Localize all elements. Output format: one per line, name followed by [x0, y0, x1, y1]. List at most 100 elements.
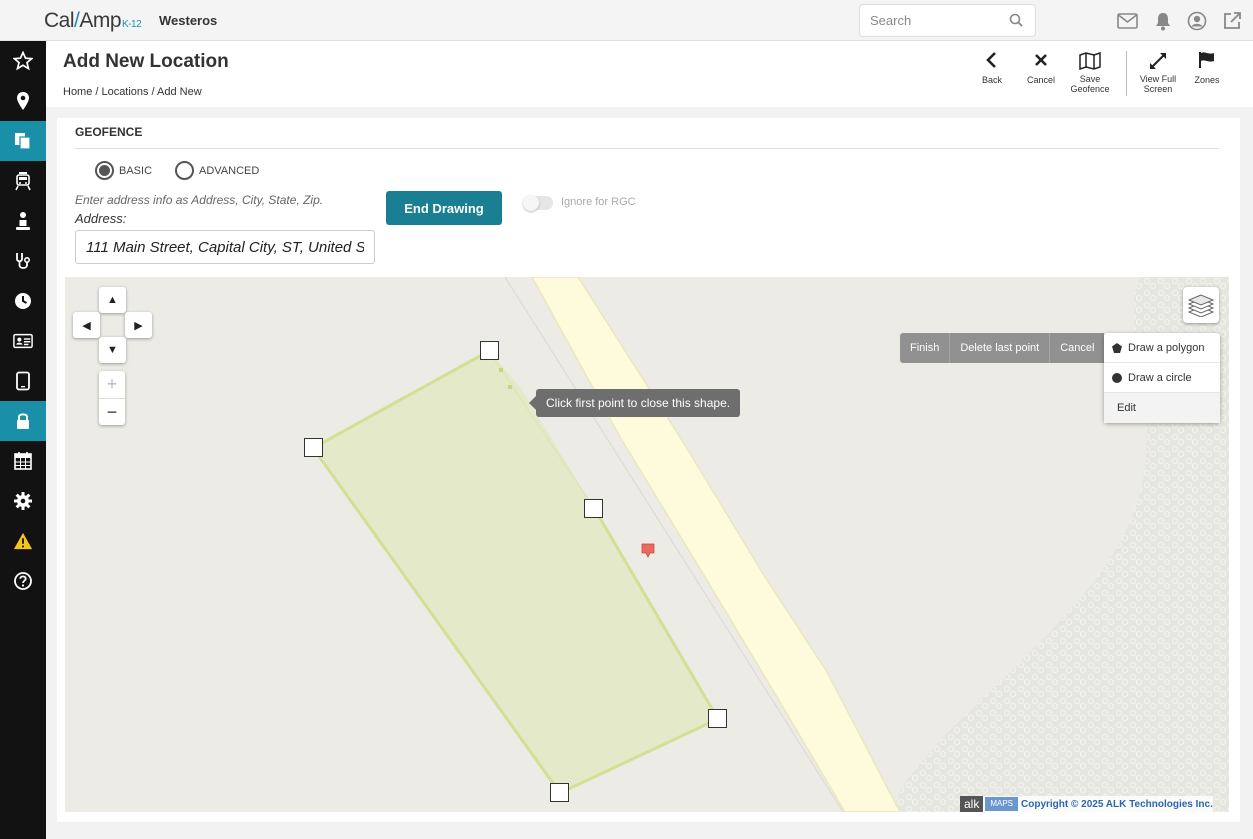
copyright-text[interactable]: Copyright © 2025 ALK Technologies Inc.: [1021, 799, 1213, 810]
chevron-left-icon: [986, 52, 996, 68]
radio-basic[interactable]: BASIC: [95, 161, 152, 180]
id-card-icon: [13, 333, 33, 349]
polygon-vertex[interactable]: [550, 783, 569, 802]
map-attribution: alk MAPS Copyright © 2025 ALK Technologi…: [960, 796, 1213, 812]
organization-name: Westeros: [159, 13, 218, 28]
bell-icon[interactable]: [1153, 11, 1173, 31]
draw-polygon-option[interactable]: Draw a polygon: [1104, 333, 1220, 363]
draw-circle-option[interactable]: Draw a circle: [1104, 363, 1220, 393]
external-link-icon[interactable]: [1222, 11, 1242, 31]
maps-badge: MAPS: [985, 797, 1019, 811]
alk-logo: alk: [960, 796, 984, 812]
nav-calendar[interactable]: [0, 441, 46, 481]
user-account-icon[interactable]: [1187, 11, 1207, 31]
page-title: Add New Location: [63, 51, 229, 72]
top-header: Cal/AmpK-12 Westeros: [0, 0, 1253, 41]
polygon-vertex[interactable]: [304, 438, 323, 457]
layers-button[interactable]: [1183, 287, 1219, 323]
zoom-out-button[interactable]: −: [99, 398, 125, 425]
nav-locations[interactable]: [0, 81, 46, 121]
search-box[interactable]: [859, 4, 1036, 37]
nav-vehicles[interactable]: [0, 161, 46, 201]
toolbar-divider: [1126, 51, 1127, 96]
cancel-drawing-button[interactable]: Cancel: [1050, 333, 1104, 363]
side-navigation: [0, 41, 46, 839]
radio-advanced-label: ADVANCED: [199, 164, 260, 177]
draw-menu: Draw a polygon Draw a circle Edit: [1104, 333, 1220, 423]
zoom-control: + −: [99, 371, 125, 425]
map-pin-icon: [17, 92, 29, 110]
cancel-button[interactable]: Cancel: [1017, 51, 1065, 85]
location-marker-icon[interactable]: [641, 543, 655, 558]
nav-favorites[interactable]: [0, 41, 46, 81]
warning-icon: [13, 532, 33, 550]
end-drawing-button[interactable]: End Drawing: [386, 191, 502, 225]
zoom-in-button[interactable]: +: [99, 371, 125, 398]
nav-alerts[interactable]: [0, 521, 46, 561]
address-input[interactable]: [75, 230, 375, 264]
drawing-tooltip: Click first point to close this shape.: [528, 389, 741, 417]
clock-icon: [15, 293, 31, 309]
nav-documents[interactable]: [0, 121, 46, 161]
breadcrumb-locations[interactable]: / Locations: [95, 86, 148, 98]
pan-right-button[interactable]: ▶: [125, 312, 152, 338]
radio-basic-label: BASIC: [119, 164, 153, 177]
nav-contacts[interactable]: [0, 321, 46, 361]
save-geofence-button[interactable]: Save Geofence: [1066, 52, 1114, 94]
page-header: Add New Location Home / Locations / Add Ne…: [46, 41, 1253, 107]
nav-devices[interactable]: [0, 361, 46, 401]
polygon-vertex[interactable]: [708, 709, 727, 728]
polygon-vertex[interactable]: [480, 341, 499, 360]
view-full-screen-button[interactable]: View Full Screen: [1134, 52, 1182, 94]
edit-shape-option[interactable]: Edit: [1104, 393, 1220, 423]
radio-advanced[interactable]: ADVANCED: [175, 161, 259, 180]
search-icon[interactable]: [1009, 13, 1023, 32]
mail-icon[interactable]: [1117, 11, 1138, 31]
help-icon: [14, 572, 32, 590]
toggle-knob: [523, 195, 539, 211]
back-button[interactable]: Back: [968, 51, 1016, 85]
nav-help[interactable]: [0, 561, 46, 601]
pan-up-button[interactable]: ▲: [99, 287, 126, 313]
star-icon: [13, 51, 33, 71]
polygon-vertex[interactable]: [584, 499, 603, 518]
tablet-icon: [16, 371, 30, 391]
layers-icon: [1187, 294, 1215, 317]
expand-icon: [1150, 53, 1166, 69]
lock-icon: [17, 413, 29, 429]
nav-security[interactable]: [0, 401, 46, 441]
nav-history[interactable]: [0, 281, 46, 321]
calendar-icon: [14, 452, 32, 470]
map-icon: [1079, 52, 1101, 70]
section-divider: [75, 148, 1219, 149]
zones-button[interactable]: Zones: [1183, 51, 1231, 85]
gear-icon: [14, 492, 32, 510]
nav-health[interactable]: [0, 241, 46, 281]
pan-left-button[interactable]: ◀: [73, 312, 100, 338]
documents-icon: [15, 133, 31, 150]
calamp-logo[interactable]: Cal/AmpK-12: [44, 9, 142, 33]
delete-last-point-button[interactable]: Delete last point: [950, 333, 1051, 363]
guide-dot: [499, 368, 503, 372]
stethoscope-icon: [16, 253, 31, 269]
draw-actions-bar: Finish Delete last point Cancel: [900, 333, 1105, 363]
address-hint: Enter address info as Address, City, Sta…: [75, 193, 324, 207]
map-canvas[interactable]: ▲ ◀ ▶ ▼ + − Finish Delete last point Can…: [65, 277, 1229, 812]
finish-button[interactable]: Finish: [900, 333, 951, 363]
pan-down-button[interactable]: ▼: [99, 337, 126, 363]
breadcrumb-home[interactable]: Home: [63, 86, 92, 98]
close-icon: [1035, 54, 1047, 66]
breadcrumb: Home / Locations / Add New: [63, 86, 205, 98]
student-icon: [16, 212, 30, 230]
ignore-rgc-toggle[interactable]: [523, 195, 553, 211]
radio-basic-indicator[interactable]: [95, 161, 114, 180]
nav-students[interactable]: [0, 201, 46, 241]
guide-dot: [508, 385, 512, 389]
search-input[interactable]: [870, 13, 1000, 28]
section-title: GEOFENCE: [75, 125, 143, 139]
radio-advanced-indicator[interactable]: [175, 161, 194, 180]
flag-icon: [1199, 52, 1214, 68]
nav-settings[interactable]: [0, 481, 46, 521]
address-label: Address:: [75, 211, 127, 226]
ignore-rgc-label: Ignore for RGC: [561, 196, 636, 208]
